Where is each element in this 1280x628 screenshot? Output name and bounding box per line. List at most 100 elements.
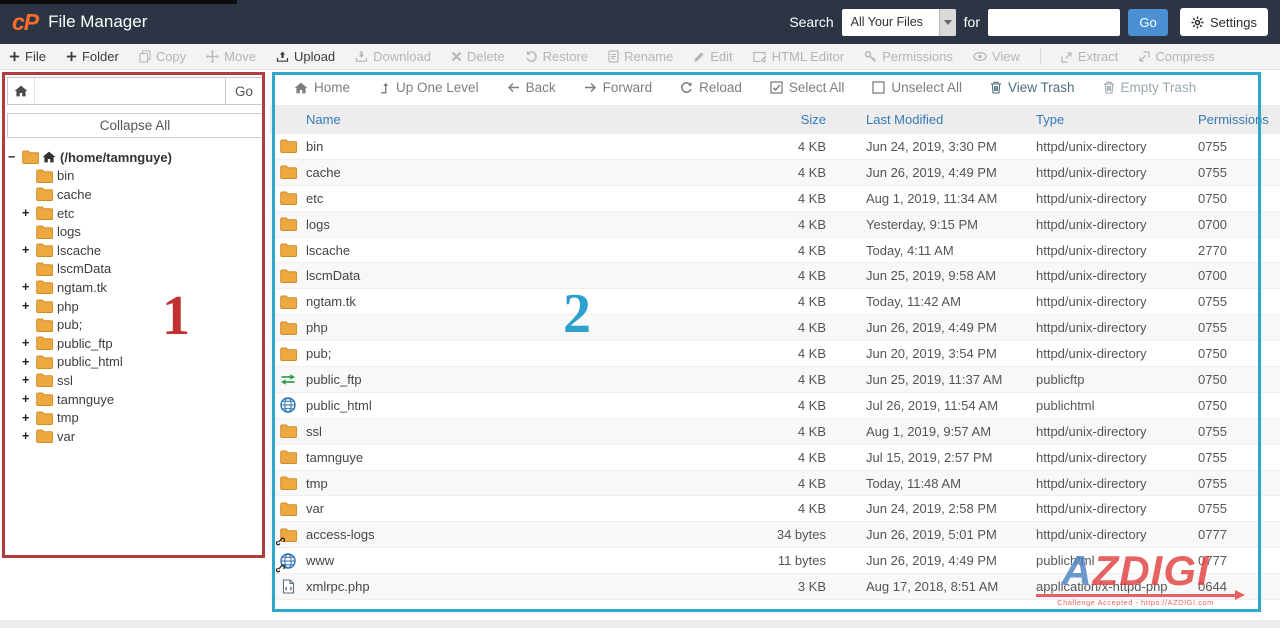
plus-toggle-icon[interactable]: + [22,280,36,294]
path-input[interactable] [35,78,225,104]
settings-button[interactable]: Settings [1180,8,1268,36]
file-name[interactable]: access-logs [306,527,736,542]
tree-item-bin[interactable]: bin [0,167,270,186]
file-row-xmlrpc.php[interactable]: xmlrpc.php3 KBAug 17, 2018, 8:51 AMappli… [270,574,1280,600]
search-input[interactable] [988,9,1120,36]
tree-item-etc[interactable]: +etc [0,204,270,223]
file-row-logs[interactable]: logs4 KBYesterday, 9:15 PMhttpd/unix-dir… [270,212,1280,238]
file-row-public-ftp[interactable]: public_ftp4 KBJun 25, 2019, 11:37 AMpubl… [270,367,1280,393]
file-name[interactable]: etc [306,191,736,206]
file-name[interactable]: tmp [306,476,736,491]
file-name[interactable]: ssl [306,424,736,439]
minus-toggle-icon[interactable]: − [8,150,22,164]
toolbar-folder-button[interactable]: Folder [66,49,119,64]
plus-toggle-icon[interactable]: + [22,355,36,369]
search-go-button[interactable]: Go [1128,9,1168,36]
toolbar-file-button[interactable]: File [9,49,46,64]
restore-icon [525,50,538,63]
column-header-permissions[interactable]: Permissions [1196,112,1280,127]
tree-item-var[interactable]: +var [0,427,270,446]
home-icon[interactable] [8,78,35,104]
column-header-name[interactable]: Name [306,112,736,127]
tree-item-public-ftp[interactable]: +public_ftp [0,334,270,353]
tree-item-ssl[interactable]: +ssl [0,371,270,390]
nav-reload-button[interactable]: Reload [680,80,742,95]
file-row-tamnguye[interactable]: tamnguye4 KBJul 15, 2019, 2:57 PMhttpd/u… [270,445,1280,471]
nav-unselect-all-button[interactable]: Unselect All [872,80,962,95]
file-row-etc[interactable]: etc4 KBAug 1, 2019, 11:34 AMhttpd/unix-d… [270,186,1280,212]
file-name[interactable]: lscache [306,243,736,258]
tree-item-tamnguye[interactable]: +tamnguye [0,390,270,409]
file-name[interactable]: php [306,320,736,335]
file-size: 4 KB [736,139,826,154]
file-name[interactable]: ngtam.tk [306,294,736,309]
file-name[interactable]: public_ftp [306,372,736,387]
nav-home-button[interactable]: Home [294,80,350,95]
plus-toggle-icon[interactable]: + [22,373,36,387]
plus-toggle-icon[interactable]: + [22,243,36,257]
plus-toggle-icon[interactable]: + [22,299,36,313]
file-row-tmp[interactable]: tmp4 KBToday, 11:48 AMhttpd/unix-directo… [270,471,1280,497]
column-header-size[interactable]: Size [736,112,826,127]
plus-toggle-icon[interactable]: + [22,336,36,350]
file-name[interactable]: pub; [306,346,736,361]
tree-item-home-tamnguye[interactable]: −(/home/tamnguye) [0,148,270,167]
column-header-modified[interactable]: Last Modified [826,112,1036,127]
plus-toggle-icon[interactable]: + [22,392,36,406]
column-header-type[interactable]: Type [1036,112,1196,127]
tree-item-public-html[interactable]: +public_html [0,353,270,372]
file-row-access-logs[interactable]: access-logs34 bytesJun 26, 2019, 5:01 PM… [270,522,1280,548]
file-row-lscache[interactable]: lscache4 KBToday, 4:11 AMhttpd/unix-dire… [270,238,1280,264]
collapse-all-button[interactable]: Collapse All [7,113,263,138]
file-row-lscmdata[interactable]: lscmData4 KBJun 25, 2019, 9:58 AMhttpd/u… [270,263,1280,289]
file-row-cache[interactable]: cache4 KBJun 26, 2019, 4:49 PMhttpd/unix… [270,160,1280,186]
file-modified: Jul 15, 2019, 2:57 PM [826,450,1036,465]
toolbar-label: File [25,49,46,64]
file-type: publichtml [1036,553,1196,568]
tree-item-lscache[interactable]: +lscache [0,241,270,260]
plus-toggle-icon[interactable]: + [22,429,36,443]
nav-select-all-button[interactable]: Select All [770,80,845,95]
toolbar-upload-button[interactable]: Upload [276,49,335,64]
path-go-button[interactable]: Go [225,78,262,104]
file-name[interactable]: var [306,501,736,516]
file-row-var[interactable]: var4 KBJun 24, 2019, 2:58 PMhttpd/unix-d… [270,496,1280,522]
file-modified: Jun 25, 2019, 11:37 AM [826,372,1036,387]
file-row-public-html[interactable]: public_html4 KBJul 26, 2019, 11:54 AMpub… [270,393,1280,419]
file-row-ssl[interactable]: ssl4 KBAug 1, 2019, 9:57 AMhttpd/unix-di… [270,419,1280,445]
nav-back-button[interactable]: Back [507,80,556,95]
tree-item-ngtam.tk[interactable]: +ngtam.tk [0,278,270,297]
file-row-www[interactable]: www11 bytesJun 26, 2019, 4:49 PMpublicht… [270,548,1280,574]
tree-item-pub[interactable]: pub; [0,315,270,334]
file-name[interactable]: xmlrpc.php [306,579,736,594]
tree-item-php[interactable]: +php [0,297,270,316]
file-name[interactable]: www [306,553,736,568]
file-row-php[interactable]: php4 KBJun 26, 2019, 4:49 PMhttpd/unix-d… [270,315,1280,341]
globe-link-icon [280,553,296,569]
nav-view-trash-button[interactable]: View Trash [990,80,1075,95]
file-row-pub[interactable]: pub;4 KBJun 20, 2019, 3:54 PMhttpd/unix-… [270,341,1280,367]
file-permissions: 0750 [1196,346,1280,361]
nav-empty-trash-button[interactable]: Empty Trash [1103,80,1197,95]
sidebar: Go Collapse All −(/home/tamnguye)bincach… [0,70,270,618]
file-name[interactable]: cache [306,165,736,180]
file-row-bin[interactable]: bin4 KBJun 24, 2019, 3:30 PMhttpd/unix-d… [270,134,1280,160]
plus-toggle-icon[interactable]: + [22,206,36,220]
tree-item-tmp[interactable]: +tmp [0,408,270,427]
forward-icon [584,82,597,93]
file-name[interactable]: logs [306,217,736,232]
plus-toggle-icon[interactable]: + [22,411,36,425]
nav-up-one-level-button[interactable]: Up One Level [378,80,479,95]
tree-item-lscmdata[interactable]: lscmData [0,260,270,279]
file-name[interactable]: tamnguye [306,450,736,465]
tree-item-cache[interactable]: cache [0,185,270,204]
file-name[interactable]: public_html [306,398,736,413]
search-scope-select[interactable]: All Your Files [842,9,956,36]
tree-item-logs[interactable]: logs [0,222,270,241]
nav-forward-button[interactable]: Forward [584,80,653,95]
file-row-ngtam.tk[interactable]: ngtam.tk4 KBToday, 11:42 AMhttpd/unix-di… [270,289,1280,315]
file-name[interactable]: bin [306,139,736,154]
file-name[interactable]: lscmData [306,268,736,283]
file-permissions: 0755 [1196,320,1280,335]
toolbar-label: View [992,49,1020,64]
